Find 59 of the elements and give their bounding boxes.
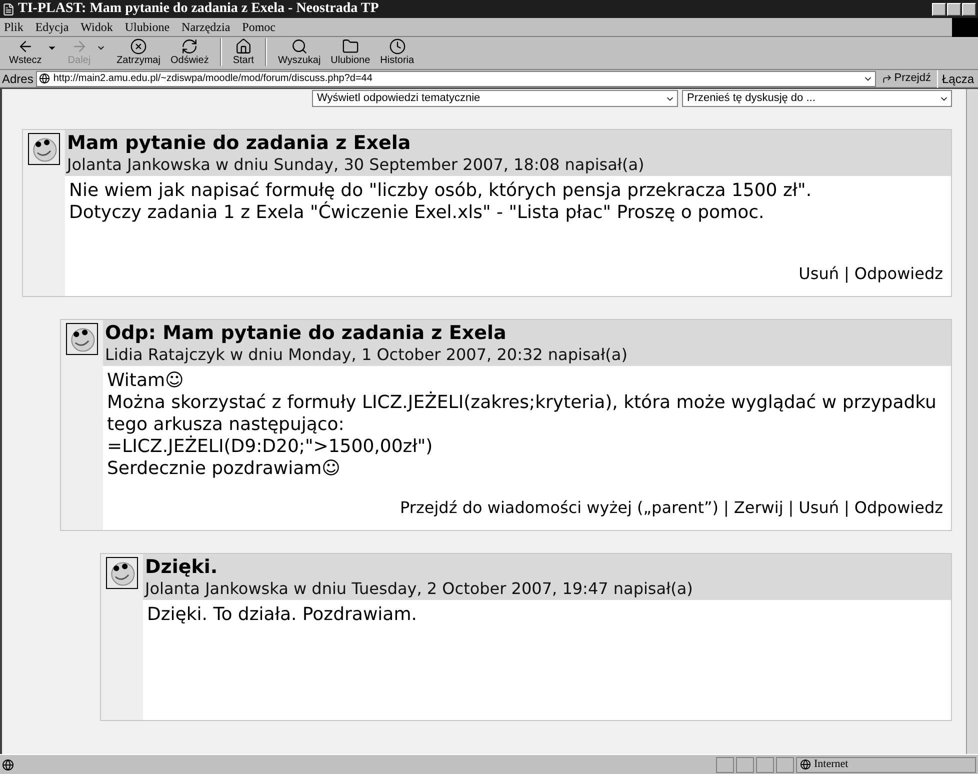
post-action-link[interactable]: Przejdź do wiadomości wyżej („parent”): [400, 496, 719, 520]
select-dropdown[interactable]: Przenieś tę dyskusję do ...: [682, 90, 952, 107]
post-text: Dzięki. To działa. Pozdrawiam.: [147, 604, 418, 626]
menu-item[interactable]: Widok: [80, 18, 113, 36]
status-pane: [756, 756, 774, 772]
post-text: =LICZ.JEŻELI(D9:D20;">1500,00zł"): [107, 436, 434, 458]
avatar-icon: [66, 323, 98, 355]
toolbar-button[interactable]: Zatrzymaj: [112, 38, 166, 67]
post-action-link[interactable]: Usuń: [798, 496, 839, 520]
post-action-link[interactable]: Usuń: [798, 262, 839, 286]
post-title: Odp: Mam pytanie do zadania z Exela: [105, 321, 508, 345]
avatar-icon: [106, 557, 138, 589]
close-button[interactable]: [962, 2, 976, 16]
separator-text: |: [844, 263, 850, 285]
post-action-link[interactable]: Zerwij: [734, 496, 784, 520]
avatar-icon: [28, 133, 60, 165]
menu-item[interactable]: Edycja: [35, 18, 69, 36]
window-title: TI-PLAST: Mam pytanie do zadania z Exela - Neostrada TP: [18, 2, 379, 16]
menu-item[interactable]: Ulubione: [124, 18, 170, 36]
page-icon: [39, 73, 50, 84]
restore-button[interactable]: [947, 2, 961, 16]
separator-text: |: [788, 497, 794, 519]
post-text: Witam☺: [107, 370, 185, 392]
toolbar-button[interactable]: Wyszukaj: [272, 38, 326, 67]
page-icon: [2, 2, 15, 16]
post-text: Nie wiem jak napisać formułę do "liczby osób, których pensja przekracza 1500 zł".: [69, 180, 813, 201]
separator-text: |: [844, 497, 850, 519]
post-text: Można skorzystać z formuły LICZ.JEŻELI(zakres;kryteria), która może wyglądać w przypadku tego arkusza następująco:: [107, 392, 938, 436]
post-title: Mam pytanie do zadania z Exela: [67, 131, 412, 155]
post-text: Serdecznie pozdrawiam☺: [107, 458, 342, 480]
globe-icon: [800, 759, 811, 770]
status-pane: [716, 756, 734, 772]
menu-item[interactable]: Plik: [4, 18, 24, 36]
address-label: Adres: [2, 70, 34, 88]
toolbar-button[interactable]: Odśwież: [165, 38, 214, 67]
status-pane: [736, 756, 754, 772]
toolbar-button[interactable]: Wstecz: [4, 38, 47, 67]
arrow-icon: [882, 74, 892, 84]
minimize-button[interactable]: [932, 2, 946, 16]
post-byline: Jolanta Jankowska w dniu Sunday, 30 September 2007, 18:08 napisał(a): [67, 155, 646, 175]
select-dropdown[interactable]: Wyświetl odpowiedzi tematycznie: [312, 90, 678, 107]
menu-item[interactable]: Narzędzia: [182, 18, 230, 36]
toolbar-button[interactable]: Historia: [375, 38, 420, 67]
post-byline: Lidia Ratajczyk w dniu Monday, 1 October 2007, 20:32 napisał(a): [105, 345, 628, 365]
menu-item[interactable]: Pomoc: [242, 18, 276, 36]
post-action-link[interactable]: Odpowiedz: [854, 262, 943, 286]
post-text: Dotyczy zadania 1 z Exela "Ćwiczenie Exel.xls" - "Lista płac" Proszę o pomoc.: [69, 202, 766, 224]
go-button[interactable]: Przejdź: [879, 70, 934, 87]
windows-logo: [952, 18, 978, 37]
post-byline: Jolanta Jankowska w dniu Tuesday, 2 October 2007, 19:47 napisał(a): [145, 579, 694, 599]
status-pane: [776, 756, 794, 772]
zone-label: Internet: [814, 757, 848, 772]
separator-text: |: [724, 497, 729, 519]
post-title: Dzięki.: [145, 555, 219, 579]
address-field[interactable]: http://main2.amu.edu.pl/~zdiswpa/moodle/mod/forum/discuss.php?d=44: [36, 70, 876, 86]
post-action-link[interactable]: Odpowiedz: [854, 496, 943, 520]
toolbar-button[interactable]: Ulubione: [326, 38, 376, 67]
toolbar-button[interactable]: Start: [228, 38, 259, 67]
page-icon: [2, 758, 14, 770]
